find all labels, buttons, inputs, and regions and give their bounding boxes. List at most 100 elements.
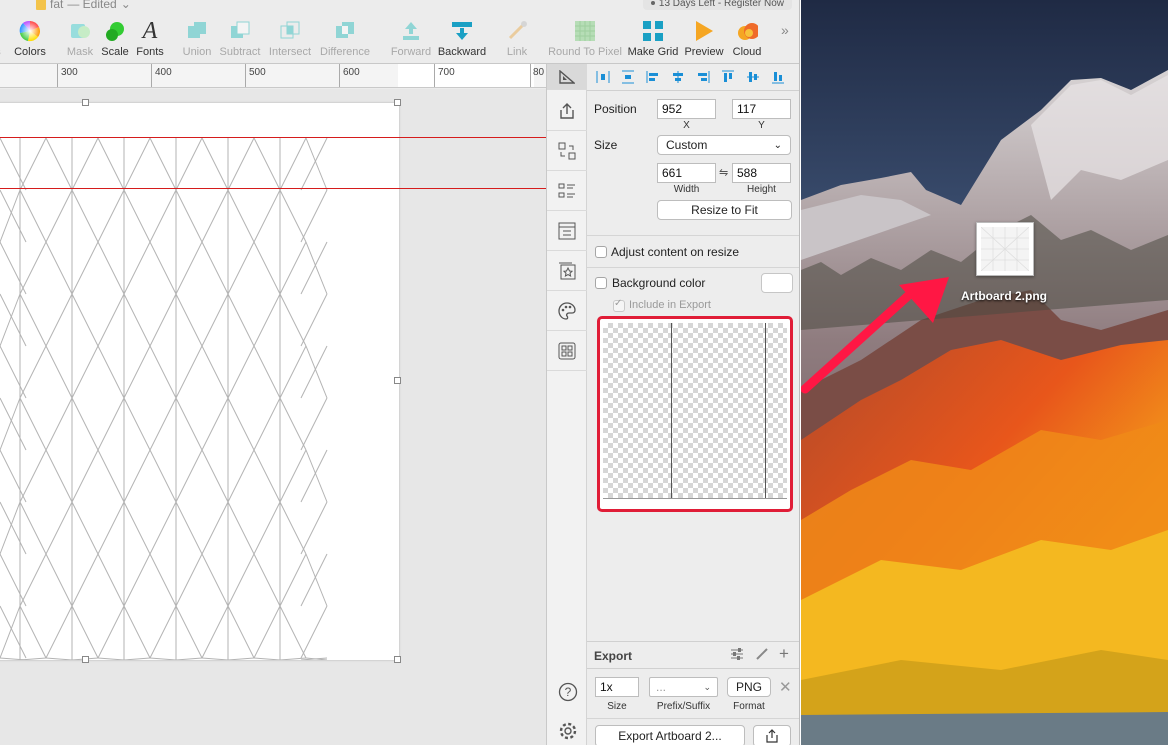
checkmark-icon: ✓ — [614, 298, 623, 309]
export-header: Export + — [587, 641, 799, 669]
align-bottom-icon[interactable] — [770, 70, 786, 84]
make-grid-icon — [642, 20, 664, 42]
resize-handle[interactable] — [394, 656, 401, 663]
sliders-icon[interactable] — [730, 647, 744, 664]
toolbar: s Colors Mask Scale A Fonts Union Su — [0, 12, 799, 64]
include-in-export-checkbox[interactable]: ✓ — [613, 298, 625, 312]
resize-handle[interactable] — [394, 99, 401, 106]
trial-badge[interactable]: 13 Days Left - Register Now — [642, 0, 792, 10]
backward-icon — [451, 20, 473, 42]
document-title[interactable]: fat — Edited ⌄ — [36, 0, 131, 11]
rail-layout[interactable] — [547, 211, 587, 251]
toolbar-label: Forward — [390, 46, 432, 58]
align-middle-icon[interactable] — [745, 70, 761, 84]
plus-icon[interactable]: + — [779, 644, 789, 664]
rail-symbols[interactable] — [547, 131, 587, 171]
ruler-label: 600 — [343, 67, 360, 78]
preview-divider — [765, 323, 766, 498]
position-label: Position — [594, 102, 637, 116]
size-preset-select[interactable]: Custom ⌄ — [657, 135, 791, 155]
resize-handle[interactable] — [82, 99, 89, 106]
rail-colors[interactable] — [547, 291, 587, 331]
export-artboard-button[interactable]: Export Artboard 2... — [595, 725, 745, 745]
grid-lines — [0, 137, 328, 661]
gear-icon[interactable] — [558, 721, 578, 744]
rail-favorites[interactable] — [547, 251, 587, 291]
toolbar-cloud[interactable]: Cloud — [712, 20, 782, 58]
width-field[interactable]: 661 — [657, 163, 716, 183]
ruler-label: 700 — [438, 67, 455, 78]
prefix-suffix-value: ... — [656, 680, 667, 694]
resize-handle[interactable] — [394, 377, 401, 384]
toolbar-label: Colors — [14, 46, 46, 58]
isometric-grid — [0, 137, 328, 661]
chevron-double-right-icon[interactable]: » — [781, 22, 789, 38]
align-center-icon[interactable] — [670, 70, 686, 84]
help-icon[interactable]: ? — [558, 682, 578, 705]
toolbar-label: Intersect — [268, 46, 312, 58]
toolbar-link[interactable]: Link — [482, 20, 552, 58]
file-name-label[interactable]: Artboard 2.png — [939, 289, 1069, 303]
canvas[interactable] — [0, 89, 546, 745]
file-thumbnail[interactable] — [976, 222, 1034, 276]
toolbar-label: Link — [506, 46, 528, 58]
rail-layers[interactable] — [547, 171, 587, 211]
distribute-vertical-icon[interactable] — [620, 70, 636, 84]
chevron-down-icon: ⌄ — [773, 139, 782, 151]
horizontal-ruler[interactable]: 300 400 500 600 700 80 — [0, 64, 546, 88]
rail-ruler[interactable] — [547, 64, 587, 90]
trial-separator: - — [717, 0, 722, 9]
svg-text:?: ? — [565, 685, 572, 699]
ruler-label: 400 — [155, 67, 172, 78]
rail-plugins[interactable] — [547, 331, 587, 371]
prefix-suffix-select[interactable]: ... ⌄ — [649, 677, 718, 697]
export-title: Export — [594, 649, 633, 663]
resize-to-fit-button[interactable]: Resize to Fit — [657, 200, 792, 220]
background-color-swatch[interactable] — [761, 273, 793, 293]
inspector-panel: Position 952 117 X Y Size Custom ⌄ 661 ⇋… — [587, 64, 799, 745]
link-icon — [506, 20, 528, 42]
background-color-checkbox[interactable] — [595, 277, 607, 289]
size-preset-value: Custom — [666, 138, 708, 152]
height-field[interactable]: 588 — [732, 163, 791, 183]
toolbar-difference[interactable]: Difference — [310, 20, 380, 58]
artboard[interactable] — [0, 99, 401, 663]
layout-icon — [558, 222, 576, 239]
format-button[interactable]: PNG — [727, 677, 771, 697]
chevron-down-icon: ⌄ — [120, 0, 131, 11]
ruler-label: 80 — [533, 67, 545, 78]
palette-icon — [558, 301, 576, 320]
color-wheel-icon — [19, 20, 41, 42]
register-link[interactable]: Register Now — [724, 0, 784, 9]
guide-line[interactable] — [0, 137, 546, 138]
width-label: Width — [673, 184, 700, 195]
distribute-horizontal-icon[interactable] — [595, 70, 611, 84]
export-preview — [597, 316, 793, 512]
lock-ratio-icon[interactable]: ⇋ — [719, 166, 728, 179]
toolbar-label: Backward — [437, 46, 487, 58]
sketch-window: fat — Edited ⌄ 13 Days Left - Register N… — [0, 0, 800, 745]
align-right-icon[interactable] — [695, 70, 711, 84]
document-name: fat — [50, 0, 64, 11]
toolbar-label: Round To Pixel — [548, 46, 622, 58]
resize-handle[interactable] — [82, 656, 89, 663]
rail-share[interactable] — [547, 91, 587, 131]
format-label: Format — [733, 701, 765, 712]
difference-icon — [334, 20, 356, 42]
export-share-button[interactable] — [753, 725, 791, 745]
position-y-field[interactable]: 117 — [732, 99, 791, 119]
forward-icon — [400, 20, 422, 42]
export-scale-field[interactable]: 1x — [595, 677, 639, 697]
slice-knife-icon[interactable] — [755, 647, 769, 664]
toolbar-round-to-pixel[interactable]: Round To Pixel — [548, 20, 622, 58]
align-left-icon[interactable] — [645, 70, 661, 84]
fonts-icon: A — [142, 17, 158, 44]
align-top-icon[interactable] — [720, 70, 736, 84]
position-x-field[interactable]: 952 — [657, 99, 716, 119]
include-in-export-label: Include in Export — [629, 299, 711, 311]
share-icon — [560, 102, 574, 119]
document-icon — [36, 0, 46, 10]
adjust-content-checkbox[interactable] — [595, 246, 607, 258]
close-icon[interactable]: ✕ — [779, 678, 792, 696]
guide-line[interactable] — [0, 188, 546, 189]
